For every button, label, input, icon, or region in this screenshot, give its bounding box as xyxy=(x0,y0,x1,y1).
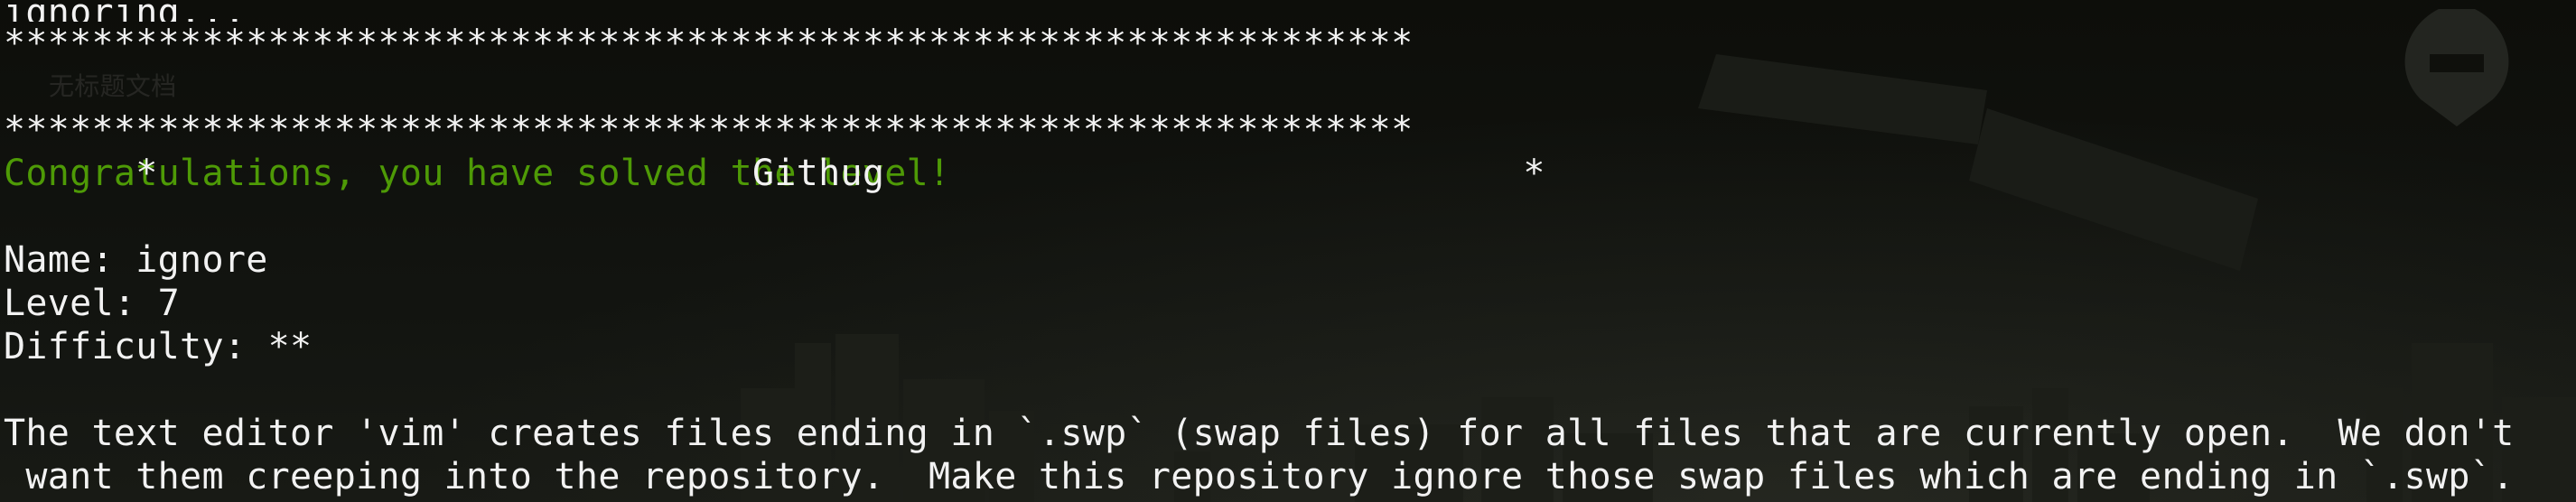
blank-line xyxy=(4,368,2515,412)
level-name: Name: ignore xyxy=(4,239,268,281)
blank-line xyxy=(4,195,2515,238)
banner-border-top: ****************************************… xyxy=(4,23,1414,64)
banner-border-bottom: ****************************************… xyxy=(4,109,1414,151)
banner-title-row: 无标题文档 * Githug * xyxy=(4,65,2515,194)
terminal-output: ignoring... ****************************… xyxy=(4,4,2515,498)
wallpaper-watermark-icon: 无标题文档 xyxy=(49,71,177,101)
terminal-window[interactable]: ignoring... ****************************… xyxy=(0,0,2576,502)
level-difficulty: Difficulty: ** xyxy=(4,326,313,367)
level-description-line: The text editor 'vim' creates files endi… xyxy=(4,413,2515,454)
banner-title: * Githug * xyxy=(135,153,1545,194)
previous-output-line: ignoring... xyxy=(4,4,2515,22)
level-number: Level: 7 xyxy=(4,283,181,324)
level-description-line: want them creeping into the repository. … xyxy=(4,456,2515,497)
